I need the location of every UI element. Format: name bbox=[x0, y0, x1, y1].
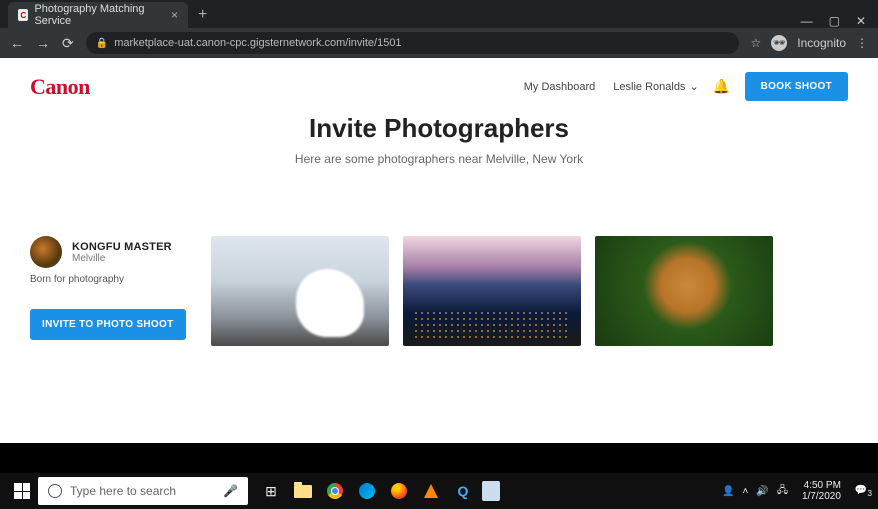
photographer-bio: Born for photography bbox=[30, 274, 195, 285]
portfolio-thumb-3[interactable] bbox=[595, 236, 773, 346]
tray-people-icon[interactable]: 👤 bbox=[722, 486, 734, 497]
invite-button[interactable]: INVITE TO PHOTO SHOOT bbox=[30, 309, 186, 340]
url-text: marketplace-uat.canon-cpc.gigsternetwork… bbox=[114, 37, 401, 49]
chrome-icon[interactable] bbox=[322, 478, 348, 504]
close-icon[interactable]: × bbox=[171, 8, 178, 22]
incognito-icon[interactable]: 🕶 bbox=[771, 35, 787, 51]
forward-icon[interactable]: → bbox=[36, 35, 50, 51]
page-subtitle: Here are some photographers near Melvill… bbox=[0, 152, 878, 166]
file-explorer-icon[interactable] bbox=[290, 478, 316, 504]
cortana-icon bbox=[48, 484, 62, 498]
start-button[interactable] bbox=[14, 483, 30, 499]
book-shoot-button[interactable]: BOOK SHOOT bbox=[745, 72, 848, 101]
portfolio-thumb-2[interactable] bbox=[403, 236, 581, 346]
chevron-down-icon: ⌄ bbox=[689, 80, 698, 93]
taskbar-clock[interactable]: 4:50 PM 1/7/2020 bbox=[802, 480, 841, 503]
taskbar: Type here to search 🎤 ⊞ Q 👤 ˄ 🔊 🖧 4:50 P… bbox=[0, 473, 878, 509]
close-window-icon[interactable]: ✕ bbox=[856, 14, 866, 28]
photographer-name[interactable]: KONGFU MASTER bbox=[72, 241, 172, 253]
tab-title: Photography Matching Service bbox=[34, 3, 165, 27]
clock-time: 4:50 PM bbox=[802, 480, 841, 492]
new-tab-button[interactable]: + bbox=[188, 2, 217, 28]
logo[interactable]: Canon bbox=[30, 74, 90, 100]
task-view-icon[interactable]: ⊞ bbox=[258, 478, 284, 504]
browser-tab-strip: C Photography Matching Service × + — ▢ ✕ bbox=[0, 0, 878, 28]
browser-tab[interactable]: C Photography Matching Service × bbox=[8, 2, 188, 28]
minimize-icon[interactable]: — bbox=[801, 14, 813, 28]
bell-icon[interactable]: 🔔 bbox=[713, 78, 731, 96]
nav-dashboard[interactable]: My Dashboard bbox=[524, 81, 596, 93]
quicktime-icon[interactable]: Q bbox=[450, 478, 476, 504]
notification-count: 3 bbox=[867, 488, 872, 498]
mic-icon[interactable]: 🎤 bbox=[223, 484, 238, 498]
photographer-result: KONGFU MASTER Melville Born for photogra… bbox=[0, 166, 878, 356]
tray-network-icon[interactable]: 🖧 bbox=[777, 483, 788, 500]
reload-icon[interactable]: ⟳ bbox=[62, 35, 74, 52]
portfolio-thumbnails bbox=[211, 236, 773, 346]
vlc-icon[interactable] bbox=[418, 478, 444, 504]
clock-date: 1/7/2020 bbox=[802, 491, 841, 503]
user-name: Leslie Ronalds bbox=[613, 81, 685, 93]
page-title: Invite Photographers bbox=[0, 113, 878, 144]
photographer-info: KONGFU MASTER Melville Born for photogra… bbox=[30, 236, 195, 340]
maximize-icon[interactable]: ▢ bbox=[829, 14, 840, 28]
back-icon[interactable]: ← bbox=[10, 35, 24, 51]
browser-address-bar: ← → ⟳ 🔒 marketplace-uat.canon-cpc.gigste… bbox=[0, 28, 878, 58]
firefox-icon[interactable] bbox=[386, 478, 412, 504]
search-placeholder: Type here to search bbox=[70, 484, 176, 498]
url-input[interactable]: 🔒 marketplace-uat.canon-cpc.gigsternetwo… bbox=[86, 32, 739, 54]
site-header: Canon My Dashboard Leslie Ronalds ⌄ 🔔 BO… bbox=[0, 58, 878, 107]
menu-icon[interactable]: ⋮ bbox=[856, 36, 868, 50]
system-tray: 👤 ˄ 🔊 🖧 4:50 PM 1/7/2020 💬3 bbox=[722, 480, 872, 503]
notepad-icon[interactable] bbox=[482, 481, 500, 501]
avatar[interactable] bbox=[30, 236, 62, 268]
tab-favicon: C bbox=[18, 9, 28, 21]
page-content: Canon My Dashboard Leslie Ronalds ⌄ 🔔 BO… bbox=[0, 58, 878, 443]
tray-chevron-icon[interactable]: ˄ bbox=[743, 486, 749, 497]
star-icon[interactable]: ☆ bbox=[751, 36, 762, 50]
tray-volume-icon[interactable]: 🔊 bbox=[756, 486, 768, 497]
incognito-label: Incognito bbox=[797, 36, 846, 50]
hero: Invite Photographers Here are some photo… bbox=[0, 113, 878, 166]
portfolio-thumb-1[interactable] bbox=[211, 236, 389, 346]
notifications-icon[interactable]: 💬3 bbox=[855, 485, 872, 498]
user-menu[interactable]: Leslie Ronalds ⌄ bbox=[613, 80, 698, 93]
lock-icon: 🔒 bbox=[96, 38, 108, 49]
photographer-location: Melville bbox=[72, 253, 172, 264]
taskbar-search[interactable]: Type here to search 🎤 bbox=[38, 477, 248, 505]
edge-icon[interactable] bbox=[354, 478, 380, 504]
